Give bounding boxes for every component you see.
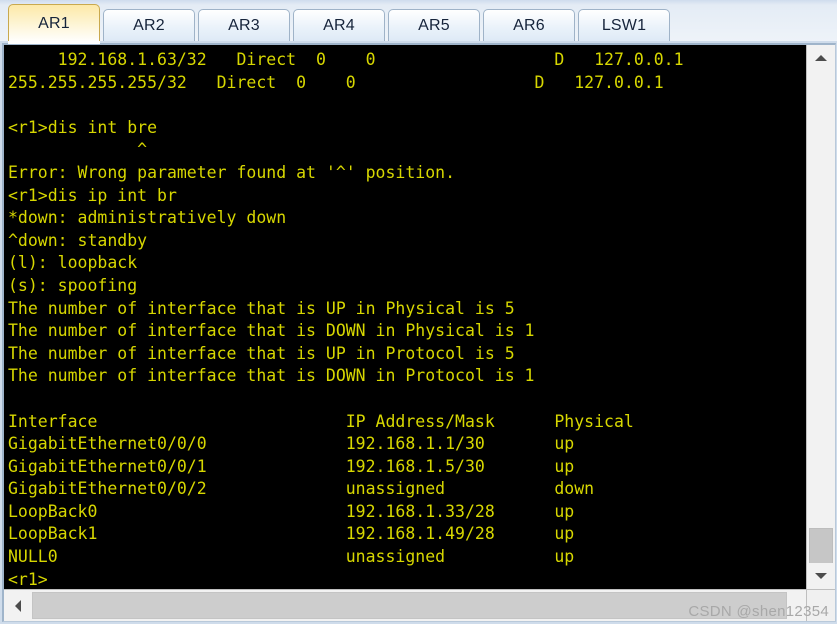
- device-tab-ar1[interactable]: AR1: [8, 4, 100, 44]
- scroll-down-button[interactable]: [807, 563, 835, 589]
- scroll-up-button[interactable]: [807, 45, 835, 71]
- device-tab-label: AR5: [418, 17, 450, 34]
- device-tab-bar: AR1 AR2 AR3 AR4 AR5 AR6 LSW1: [0, 0, 837, 44]
- terminal-output-area[interactable]: 192.168.1.63/32 Direct 0 0 D 127.0.0.1 2…: [4, 45, 806, 589]
- device-tab-ar4[interactable]: AR4: [293, 9, 385, 42]
- chevron-left-icon: [14, 599, 21, 612]
- device-tab-label: LSW1: [601, 17, 647, 34]
- horizontal-scrollbar-thumb[interactable]: [32, 592, 787, 619]
- console-inner: 192.168.1.63/32 Direct 0 0 D 127.0.0.1 2…: [2, 43, 836, 622]
- chevron-up-icon: [815, 55, 827, 61]
- console-frame: 192.168.1.63/32 Direct 0 0 D 127.0.0.1 2…: [0, 41, 837, 624]
- device-tab-label: AR4: [323, 17, 355, 34]
- horizontal-scrollbar[interactable]: [4, 589, 806, 621]
- device-tab-label: AR3: [228, 17, 260, 34]
- device-tab-lsw1[interactable]: LSW1: [578, 9, 670, 42]
- device-tab-label: AR6: [513, 17, 545, 34]
- device-tab-ar6[interactable]: AR6: [483, 9, 575, 42]
- device-tab-label: AR1: [38, 14, 70, 32]
- console-window: AR1 AR2 AR3 AR4 AR5 AR6 LSW1 192.168.1.63/32 D…: [0, 0, 837, 624]
- device-tab-ar5[interactable]: AR5: [388, 9, 480, 42]
- scrollbar-corner: [806, 589, 835, 621]
- terminal-text: 192.168.1.63/32 Direct 0 0 D 127.0.0.1 2…: [8, 50, 684, 589]
- device-tab-label: AR2: [133, 17, 165, 34]
- scroll-left-button[interactable]: [4, 591, 31, 620]
- chevron-down-icon: [815, 573, 827, 579]
- device-tab-ar2[interactable]: AR2: [103, 9, 195, 42]
- device-tab-ar3[interactable]: AR3: [198, 9, 290, 42]
- vertical-scrollbar[interactable]: [806, 45, 835, 589]
